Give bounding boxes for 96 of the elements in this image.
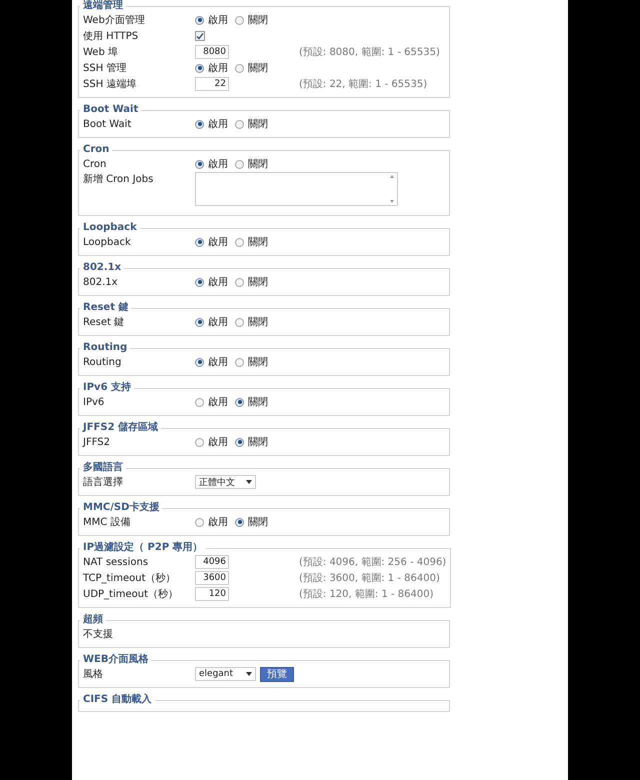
group-title: Cron xyxy=(82,144,110,156)
group-title: 802.1x xyxy=(82,262,122,274)
setting-label: Web介面管理 xyxy=(83,14,146,27)
group-title: IP過濾設定（ P2P 專用） xyxy=(82,542,204,554)
radio-label: 關閉 xyxy=(248,158,268,171)
group-title: Reset 鍵 xyxy=(82,302,130,314)
radio-button[interactable] xyxy=(195,16,204,24)
number-field[interactable]: 4096 xyxy=(195,555,229,569)
radio-button[interactable] xyxy=(195,278,204,286)
radio-label: 啟用 xyxy=(208,436,228,449)
setting-label: 新增 Cron Jobs xyxy=(83,172,154,186)
setting-label: Cron xyxy=(83,158,108,170)
setting-label: 802.1x xyxy=(83,276,119,288)
group-title: Loopback xyxy=(82,222,138,234)
radio-label: 關閉 xyxy=(248,436,268,449)
radio-button[interactable] xyxy=(235,16,244,24)
caret-icon xyxy=(246,672,252,676)
hint-text: (預設: 3600, 範圍: 1 - 86400) xyxy=(299,572,440,585)
radio-label: 啟用 xyxy=(208,118,228,131)
radio-label: 關閉 xyxy=(248,118,268,131)
setting-label: Reset 鍵 xyxy=(83,316,126,329)
radio-button[interactable] xyxy=(235,438,244,446)
setting-label: 語言選擇 xyxy=(83,476,124,489)
radio-button[interactable] xyxy=(235,120,244,128)
radio-button[interactable] xyxy=(235,278,244,286)
setting-label: SSH 管理 xyxy=(83,62,128,75)
group-title: Routing xyxy=(82,342,128,354)
radio-label: 關閉 xyxy=(248,14,268,27)
group-title: 多國語言 xyxy=(82,462,124,474)
number-field[interactable]: 22 xyxy=(195,77,229,91)
radio-button[interactable] xyxy=(235,398,244,406)
radio-button[interactable] xyxy=(195,120,204,128)
scrollbar-icon xyxy=(388,173,396,205)
radio-label: 啟用 xyxy=(208,316,228,329)
setting-label: SSH 遠端埠 xyxy=(83,78,138,91)
group-title: Boot Wait xyxy=(82,104,140,116)
hint-text: (預設: 4096, 範圍: 256 - 4096) xyxy=(299,556,446,569)
setting-label: TCP_timeout（秒） xyxy=(83,572,177,585)
hint-text: (預設: 8080, 範圍: 1 - 65535) xyxy=(299,46,440,59)
preview-button[interactable]: 預覽 xyxy=(260,666,294,682)
setting-label: Web 埠 xyxy=(83,46,119,59)
radio-label: 關閉 xyxy=(248,516,268,529)
radio-label: 啟用 xyxy=(208,158,228,171)
radio-button[interactable] xyxy=(235,64,244,72)
setting-label: IPv6 xyxy=(83,396,106,408)
radio-label: 關閉 xyxy=(248,316,268,329)
radio-label: 啟用 xyxy=(208,62,228,75)
caret-icon xyxy=(246,480,252,484)
radio-label: 關閉 xyxy=(248,236,268,249)
setting-label: Boot Wait xyxy=(83,118,132,130)
radio-button[interactable] xyxy=(235,358,244,366)
group-title: WEB介面風格 xyxy=(82,654,150,666)
hint-text: (預設: 22, 範圍: 1 - 65535) xyxy=(299,78,428,91)
radio-label: 關閉 xyxy=(248,356,268,369)
radio-label: 啟用 xyxy=(208,14,228,27)
radio-button[interactable] xyxy=(195,160,204,168)
hint-text: (預設: 120, 範圍: 1 - 86400) xyxy=(299,588,434,601)
radio-label: 啟用 xyxy=(208,396,228,409)
group-title: 超頻 xyxy=(82,614,104,626)
number-field[interactable]: 3600 xyxy=(195,571,229,585)
setting-label: Routing xyxy=(83,356,122,368)
radio-label: 關閉 xyxy=(248,276,268,289)
radio-button[interactable] xyxy=(235,160,244,168)
radio-label: 關閉 xyxy=(248,62,268,75)
number-field[interactable]: 120 xyxy=(195,587,229,601)
checkbox[interactable] xyxy=(195,31,205,41)
radio-button[interactable] xyxy=(195,64,204,72)
radio-button[interactable] xyxy=(235,318,244,326)
setting-label: MMC 設備 xyxy=(83,516,132,529)
setting-label: 風格 xyxy=(83,668,104,681)
radio-button[interactable] xyxy=(195,358,204,366)
group-title: IPv6 支持 xyxy=(82,382,132,394)
setting-label: UDP_timeout（秒） xyxy=(83,588,180,601)
radio-label: 啟用 xyxy=(208,356,228,369)
radio-label: 啟用 xyxy=(208,236,228,249)
radio-label: 啟用 xyxy=(208,276,228,289)
setting-label: JFFS2 xyxy=(83,436,111,448)
radio-label: 關閉 xyxy=(248,396,268,409)
group-title: CIFS 自動載入 xyxy=(82,694,153,706)
dropdown[interactable]: elegant xyxy=(195,667,256,681)
radio-button[interactable] xyxy=(195,398,204,406)
radio-button[interactable] xyxy=(195,518,204,526)
setting-label: Loopback xyxy=(83,236,132,248)
dropdown[interactable]: 正體中文 xyxy=(195,475,256,489)
group-title: JFFS2 儲存區域 xyxy=(82,422,160,434)
setting-label: 使用 HTTPS xyxy=(83,30,140,43)
radio-button[interactable] xyxy=(195,438,204,446)
group-title: MMC/SD卡支援 xyxy=(82,502,160,514)
setting-label: 不支援 xyxy=(83,628,114,641)
radio-button[interactable] xyxy=(195,318,204,326)
setting-label: NAT sessions xyxy=(83,556,150,568)
radio-button[interactable] xyxy=(235,238,244,246)
radio-button[interactable] xyxy=(235,518,244,526)
radio-button[interactable] xyxy=(195,238,204,246)
number-field[interactable]: 8080 xyxy=(195,45,229,59)
radio-label: 啟用 xyxy=(208,516,228,529)
